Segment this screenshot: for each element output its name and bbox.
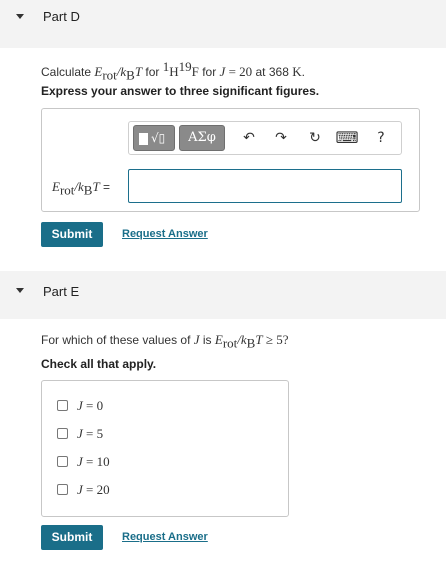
part-d-header[interactable]: Part D: [0, 0, 446, 48]
part-e-instruction: Check all that apply.: [41, 357, 157, 371]
part-e-title: Part E: [43, 284, 80, 299]
caret-down-icon[interactable]: [16, 14, 24, 19]
part-d-request-answer-link[interactable]: Request Answer: [122, 228, 208, 240]
checkbox[interactable]: [57, 484, 68, 495]
redo-icon[interactable]: ↷: [269, 126, 293, 150]
part-e-header[interactable]: Part E: [0, 271, 446, 319]
checkbox[interactable]: [57, 428, 68, 439]
checkbox[interactable]: [57, 400, 68, 411]
keyboard-icon[interactable]: ⌨: [335, 126, 359, 150]
greek-symbols-button[interactable]: ΑΣφ: [179, 125, 225, 151]
caret-down-icon[interactable]: [16, 288, 24, 293]
template-button[interactable]: √▯: [133, 125, 175, 151]
part-e-prompt: For which of these values of J is Erot/k…: [41, 332, 289, 351]
sqrt-icon: √▯: [151, 131, 166, 145]
reset-icon[interactable]: ↻: [303, 126, 327, 150]
options-box: J = 0 J = 5 J = 10 J = 20: [41, 380, 289, 517]
part-e-submit-button[interactable]: Submit: [41, 525, 103, 550]
part-e-request-answer-link[interactable]: Request Answer: [122, 531, 208, 543]
answer-box: √▯ ΑΣφ ↶ ↷ ↻ ⌨ ? Erot/kBT =: [41, 108, 420, 212]
part-d-instruction: Express your answer to three significant…: [41, 84, 320, 98]
math-toolbar: √▯ ΑΣφ ↶ ↷ ↻ ⌨ ?: [128, 121, 402, 155]
answer-input[interactable]: [128, 169, 402, 203]
help-icon[interactable]: ?: [369, 126, 393, 150]
part-d-title: Part D: [43, 9, 80, 24]
part-d-prompt: Calculate Erot/kBT for 1H19F for J = 20 …: [41, 59, 305, 83]
checkbox[interactable]: [57, 456, 68, 467]
undo-icon[interactable]: ↶: [237, 126, 261, 150]
answer-label: Erot/kBT =: [52, 179, 111, 198]
template-block-icon: [139, 133, 148, 145]
part-d-submit-button[interactable]: Submit: [41, 222, 103, 247]
